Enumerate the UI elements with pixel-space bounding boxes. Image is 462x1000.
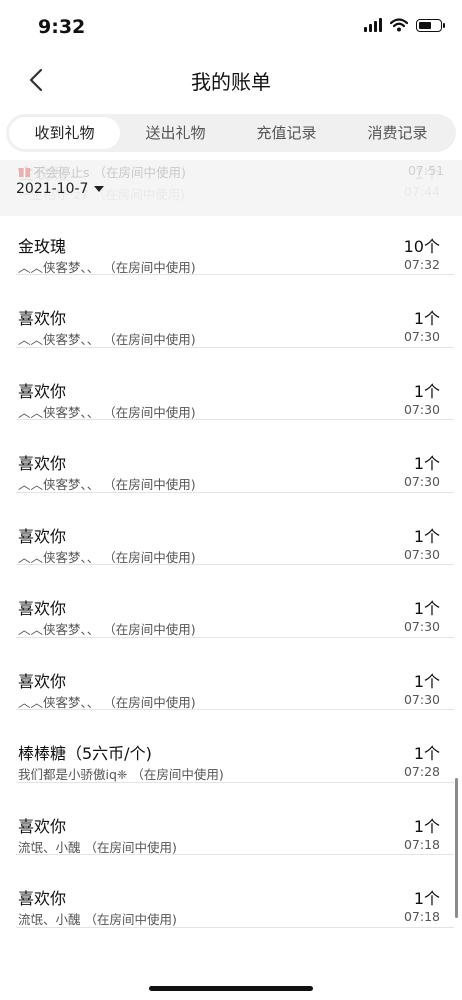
record-row: 喜欢你流氓、小醜 （在房间中使用) 1个 07:18 [16, 783, 454, 855]
record-gift-name: 棒棒糖（5六币/个) [18, 744, 152, 763]
records-list[interactable]: 金玫瑰一生相守*z7 （在房间中使用)1个07:44金玫瑰︿︿侠客梦、、 （在房… [0, 160, 462, 1000]
gift-box-icon [18, 168, 31, 177]
record-quantity: 10个 [403, 236, 440, 256]
status-bar: 9:32 [0, 0, 462, 56]
record-gift-name: 喜欢你 [18, 454, 67, 473]
record-quantity: 1个 [413, 744, 440, 763]
date-header: 不会停止s （在房间中使用) 07:51 2021-10-7 [0, 160, 462, 216]
record-quantity: 1个 [413, 671, 440, 691]
record-sender: ︿︿侠客梦、、 （在房间中使用) [18, 622, 196, 637]
home-indicator[interactable] [149, 986, 313, 991]
tab-sent-gifts[interactable]: 送出礼物 [120, 117, 231, 149]
ghost-row-text: 不会停止s （在房间中使用) [33, 165, 186, 180]
record-sender: ︿︿侠客梦、、 （在房间中使用) [18, 694, 196, 710]
record-quantity: 1个 [413, 816, 440, 836]
scrolled-row-ghost: 不会停止s （在房间中使用) [18, 162, 186, 181]
record-time: 07:30 [403, 546, 440, 562]
record-row: 喜欢你 ︿︿侠客梦、、 （在房间中使用) 1个 07:30 [16, 565, 454, 638]
record-time: 07:32 [403, 256, 440, 272]
tab-bar: 收到礼物 送出礼物 充值记录 消费记录 [6, 114, 456, 152]
record-gift-name: 喜欢你 [18, 309, 67, 328]
record-quantity: 1个 [413, 599, 440, 618]
record-row: 喜欢你流氓、小醜 （在房间中使用) 1个 07:18 [16, 855, 454, 928]
record-time: 07:18 [403, 909, 440, 924]
record-time: 07:30 [403, 401, 440, 417]
record-gift-name: 金玫瑰 [18, 236, 67, 256]
record-quantity: 1个 [413, 454, 440, 473]
record-time: 07:28 [403, 764, 440, 779]
record-row: 棒棒糖（5六币/个) 我们都是小骄傲iq❈ （在房间中使用) 1个 07:28 [16, 710, 454, 783]
record-row: 喜欢你 ︿︿侠客梦、、 （在房间中使用) 1个 07:30 [16, 348, 454, 420]
record-gift-name: 喜欢你 [18, 816, 67, 836]
scrollbar[interactable] [455, 778, 458, 918]
cellular-signal-icon [364, 18, 382, 32]
record-gift-name: 喜欢你 [18, 889, 67, 908]
record-time: 07:30 [403, 329, 440, 344]
record-gift-name: 喜欢你 [18, 526, 67, 546]
status-time: 9:32 [38, 16, 86, 38]
battery-icon [416, 18, 445, 32]
record-gift-name: 喜欢你 [18, 599, 67, 618]
ghost-row-time: 07:51 [407, 163, 444, 178]
record-row: 喜欢你 ︿︿侠客梦、、 （在房间中使用) 1个 07:30 [16, 420, 454, 493]
record-sender: 流氓、小醜 （在房间中使用) [18, 839, 177, 855]
record-row: 喜欢你 ︿︿侠客梦、、 （在房间中使用) 1个 07:30 [16, 493, 454, 565]
record-sender: ︿︿侠客梦、、 （在房间中使用) [18, 477, 196, 492]
record-sender: ︿︿侠客梦、、 （在房间中使用) [18, 332, 196, 347]
record-sender: 我们都是小骄傲iq❈ （在房间中使用) [18, 767, 224, 782]
record-quantity: 1个 [413, 526, 440, 546]
record-quantity: 1个 [413, 309, 440, 328]
record-gift-name: 喜欢你 [18, 381, 67, 401]
tab-spending-records[interactable]: 消费记录 [342, 117, 453, 149]
record-time: 07:30 [403, 474, 440, 489]
tab-received-gifts[interactable]: 收到礼物 [9, 117, 120, 149]
tab-recharge-records[interactable]: 充值记录 [231, 117, 342, 149]
record-sender: 流氓、小醜 （在房间中使用) [18, 912, 177, 927]
wifi-icon [390, 18, 408, 32]
record-quantity: 1个 [413, 889, 440, 908]
date-label: 2021-10-7 [16, 181, 89, 197]
caret-down-icon [94, 186, 105, 192]
record-sender: ︿︿侠客梦、、 （在房间中使用) [18, 549, 196, 565]
record-time: 07:18 [403, 836, 440, 852]
record-time: 07:30 [403, 619, 440, 634]
nav-bar: 我的账单 [0, 56, 462, 104]
page-title: 我的账单 [191, 70, 271, 94]
record-sender: ︿︿侠客梦、、 （在房间中使用) [18, 259, 196, 275]
record-sender: ︿︿侠客梦、、 （在房间中使用) [18, 404, 196, 420]
status-icons [364, 18, 445, 32]
date-selector[interactable]: 2021-10-7 [16, 181, 105, 197]
record-quantity: 1个 [413, 381, 440, 401]
records-list-content: 金玫瑰一生相守*z7 （在房间中使用)1个07:44金玫瑰︿︿侠客梦、、 （在房… [0, 160, 462, 928]
record-gift-name: 喜欢你 [18, 671, 67, 691]
record-row: 喜欢你 ︿︿侠客梦、、 （在房间中使用) 1个 07:30 [16, 638, 454, 710]
record-time: 07:30 [403, 691, 440, 707]
record-row: 喜欢你 ︿︿侠客梦、、 （在房间中使用) 1个 07:30 [16, 275, 454, 348]
